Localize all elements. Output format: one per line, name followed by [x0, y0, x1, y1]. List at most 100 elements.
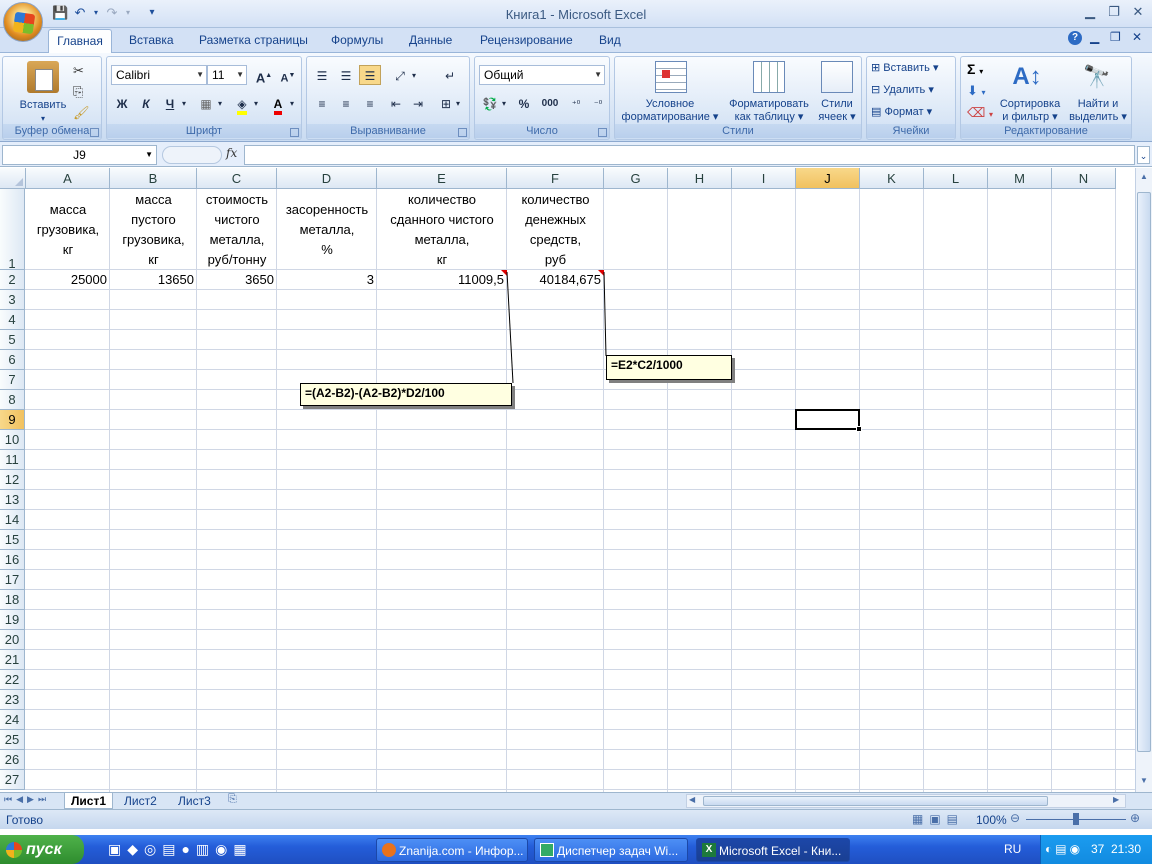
paste-button[interactable]: Вставить [13, 99, 73, 112]
sheet-tab-1[interactable]: Лист1 [64, 793, 114, 809]
autosum-icon[interactable]: Σ ▾ [967, 61, 983, 77]
fill-color-dropdown-icon[interactable]: ▾ [251, 93, 261, 113]
scroll-up-icon[interactable]: ▲ [1137, 170, 1151, 184]
font-name-combo[interactable]: Calibri ▼ [111, 65, 207, 85]
underline-dropdown-icon[interactable]: ▾ [179, 93, 189, 113]
minimize-icon[interactable]: ▁ [1080, 4, 1100, 20]
conditional-formatting-button[interactable]: Условное форматирование ▾ [615, 98, 725, 124]
tab-page-layout[interactable]: Разметка страницы [199, 33, 308, 47]
orientation-icon[interactable]: ⤢ [389, 65, 411, 85]
clear-icon[interactable]: ⌫ ▾ [967, 105, 993, 121]
font-color-dropdown-icon[interactable]: ▾ [287, 93, 297, 113]
view-buttons-icons[interactable]: ▦▣▤ [912, 812, 964, 826]
decrease-decimal-icon[interactable]: ⁻⁰ [587, 93, 609, 113]
number-launcher-icon[interactable] [598, 128, 607, 137]
merge-dropdown-icon[interactable]: ▾ [453, 93, 463, 113]
horizontal-scrollbar[interactable]: ◀ ▶ [686, 794, 1126, 808]
sheet-nav-icons[interactable]: ⏮◀▶⏭ [4, 794, 50, 805]
tab-insert[interactable]: Вставка [129, 33, 174, 47]
tab-view[interactable]: Вид [599, 33, 621, 47]
taskbar-window-excel[interactable]: Microsoft Excel - Кни... [696, 838, 850, 862]
grow-font-button[interactable]: A▲ [253, 65, 275, 85]
borders-icon[interactable]: ▦ [195, 93, 217, 113]
insert-cells-button[interactable]: ⊞ Вставить ▾ [871, 61, 939, 74]
tab-data[interactable]: Данные [409, 33, 452, 47]
font-launcher-icon[interactable] [290, 128, 299, 137]
italic-button[interactable]: К [135, 93, 157, 113]
number-format-combo[interactable]: Общий ▼ [479, 65, 605, 85]
expand-formula-bar-icon[interactable]: ⌄ [1137, 146, 1150, 164]
align-left-icon[interactable]: ≡ [311, 93, 333, 113]
workbook-close-icon[interactable]: ✕ [1132, 30, 1142, 44]
increase-indent-icon[interactable]: ⇥ [407, 93, 429, 113]
wrap-text-icon[interactable]: ↵ [439, 65, 461, 85]
find-select-button[interactable]: Найти и выделить ▾ [1065, 98, 1131, 124]
comment-box-e2[interactable]: =(A2-B2)-(A2-B2)*D2/100 [300, 383, 512, 406]
alignment-launcher-icon[interactable] [458, 128, 467, 137]
align-bottom-icon[interactable]: ☰ [359, 65, 381, 85]
copy-icon[interactable]: ⎘ [73, 84, 83, 100]
ribbon-restore-icon[interactable]: ❐ [1110, 30, 1121, 44]
decrease-indent-icon[interactable]: ⇤ [385, 93, 407, 113]
zoom-out-icon[interactable]: ⊖ [1010, 811, 1020, 825]
scroll-left-icon[interactable]: ◀ [689, 795, 695, 804]
horizontal-scroll-thumb[interactable] [703, 796, 1048, 806]
format-painter-icon[interactable]: 🖌 [73, 105, 90, 121]
sheet-tab-3[interactable]: Лист3 [172, 793, 217, 809]
zoom-in-icon[interactable]: ⊕ [1130, 811, 1140, 825]
thousands-button[interactable]: 000 [537, 93, 563, 113]
increase-decimal-icon[interactable]: ⁺⁰ [565, 93, 587, 113]
borders-dropdown-icon[interactable]: ▾ [215, 93, 225, 113]
clipboard-launcher-icon[interactable] [90, 128, 99, 137]
cell-styles-button[interactable]: Стили ячеек ▾ [813, 98, 861, 124]
insert-function-icon[interactable]: fx [226, 146, 237, 160]
font-size-combo[interactable]: 11 ▼ [207, 65, 247, 85]
ribbon-minimize-icon[interactable]: ▁ [1090, 30, 1099, 44]
zoom-slider-thumb[interactable] [1073, 813, 1079, 825]
scroll-down-icon[interactable]: ▼ [1137, 774, 1151, 788]
office-button[interactable] [3, 2, 43, 42]
insert-sheet-icon[interactable]: ⎘ [228, 793, 237, 806]
taskbar-window-browser[interactable]: Znanija.com - Инфор... [376, 838, 528, 862]
name-box[interactable]: J9 ▼ [2, 145, 157, 165]
zoom-level[interactable]: 100% [976, 813, 1007, 827]
taskbar-window-task-manager[interactable]: Диспетчер задач Wi... [534, 838, 688, 862]
font-color-icon[interactable]: A [267, 93, 289, 115]
formula-input[interactable] [244, 145, 1135, 165]
scroll-thumb[interactable] [1137, 192, 1151, 752]
close-icon[interactable]: ✕ [1128, 4, 1148, 20]
underline-button[interactable]: Ч [159, 93, 181, 113]
maximize-icon[interactable]: ❐ [1104, 4, 1124, 20]
align-center-icon[interactable]: ≡ [335, 93, 357, 113]
format-cells-button[interactable]: ▤ Формат ▾ [871, 105, 932, 118]
fill-color-icon[interactable]: ◈ [231, 93, 253, 115]
tab-home[interactable]: Главная [48, 29, 112, 53]
cut-icon[interactable]: ✂ [73, 63, 84, 79]
fill-icon[interactable]: ⬇ ▾ [967, 83, 986, 99]
scroll-right-icon[interactable]: ▶ [1113, 795, 1119, 804]
delete-cells-button[interactable]: ⊟ Удалить ▾ [871, 83, 934, 96]
vertical-scrollbar[interactable]: ▲ ▼ [1135, 168, 1152, 792]
comment-box-f2[interactable]: =E2*C2/1000 [606, 355, 732, 380]
active-cell-J9[interactable] [795, 409, 862, 432]
tray-icons[interactable]: ◐▤◉ [1045, 835, 1083, 864]
chevron-down-icon[interactable]: ▼ [145, 146, 153, 164]
shrink-font-button[interactable]: A▼ [277, 65, 299, 85]
quick-launch-icons[interactable]: ▣◆◎▤●▥◉▦ [108, 841, 253, 858]
worksheet-grid[interactable]: ABCDEFGHIJKLMN 1 2 3 4 5 6 7 8 9 10 11 12 13 14 15 16 17… [0, 168, 1135, 792]
orientation-dropdown-icon[interactable]: ▾ [409, 65, 419, 85]
tab-formulas[interactable]: Формулы [331, 33, 383, 47]
tab-review[interactable]: Рецензирование [480, 33, 573, 47]
align-middle-icon[interactable]: ☰ [335, 65, 357, 85]
align-right-icon[interactable]: ≡ [359, 93, 381, 113]
sheet-tab-2[interactable]: Лист2 [118, 793, 163, 809]
bold-button[interactable]: Ж [111, 93, 133, 113]
sort-filter-button[interactable]: Сортировка и фильтр ▾ [995, 98, 1065, 124]
language-indicator[interactable]: RU [1004, 842, 1021, 856]
align-top-icon[interactable]: ☰ [311, 65, 333, 85]
currency-dropdown-icon[interactable]: ▾ [499, 93, 509, 113]
currency-icon[interactable]: 💱 [479, 93, 501, 113]
format-as-table-button[interactable]: Форматировать как таблицу ▾ [723, 98, 815, 124]
percent-button[interactable]: % [513, 93, 535, 113]
help-icon[interactable]: ? [1068, 31, 1082, 45]
